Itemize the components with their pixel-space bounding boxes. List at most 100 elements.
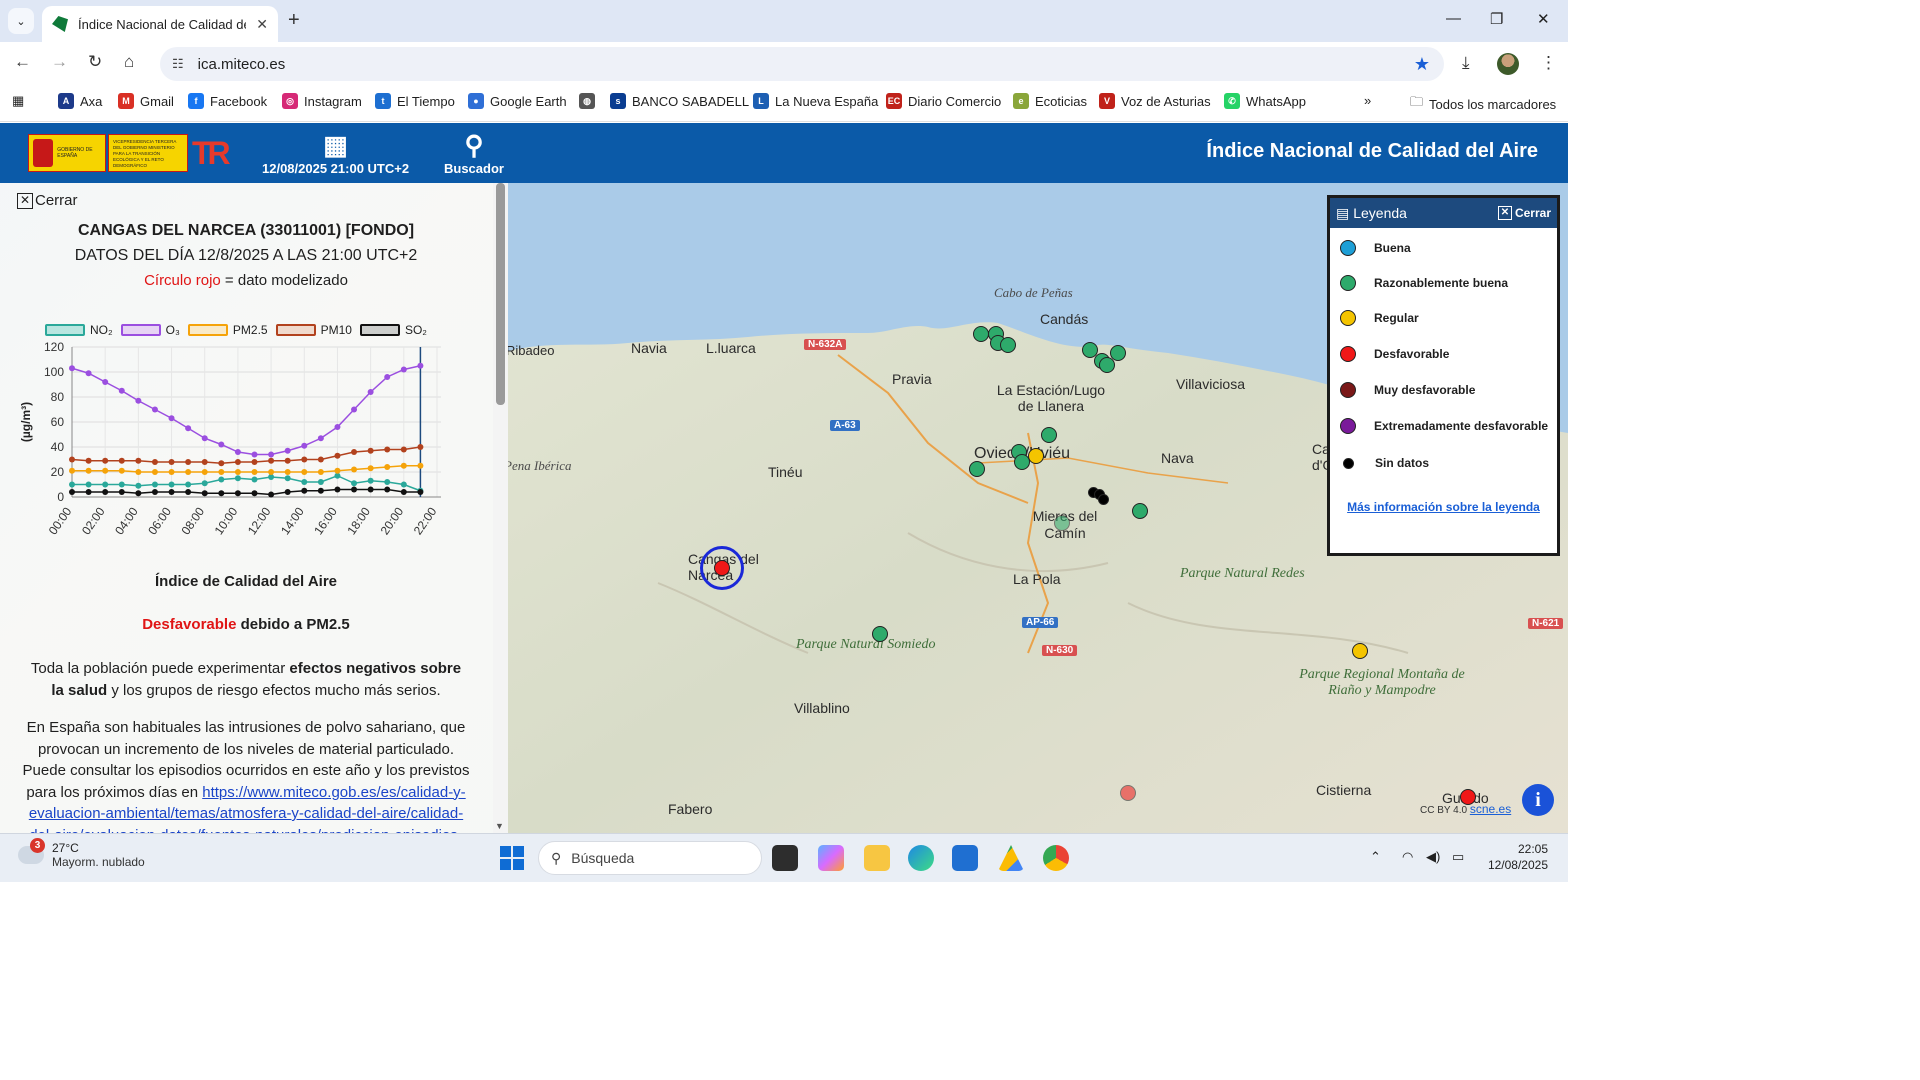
bookmark-item[interactable]: f Facebook xyxy=(188,93,267,109)
bookmark-item[interactable]: s BANCO SABADELL xyxy=(610,93,749,109)
forward-icon[interactable]: → xyxy=(51,52,68,72)
tab-search-button[interactable]: ⌄ xyxy=(8,8,34,34)
bookmark-item[interactable]: t El Tiempo xyxy=(375,93,455,109)
bookmark-item[interactable]: M Gmail xyxy=(118,93,174,109)
bookmark-item[interactable]: L La Nueva España xyxy=(753,93,878,109)
x-tick-label: 10:00 xyxy=(212,504,241,537)
chart-legend-item[interactable]: O₃ xyxy=(120,323,180,337)
legend-header: ▤ Leyenda ✕ Cerrar xyxy=(1330,198,1557,228)
station-marker[interactable] xyxy=(1098,494,1109,505)
search-button[interactable]: ⚲ Buscador xyxy=(444,129,504,176)
data-point xyxy=(268,457,275,464)
bookmark-item[interactable]: ◎ Instagram xyxy=(282,93,362,109)
search-icon: ⚲ xyxy=(551,849,562,866)
system-clock[interactable]: 22:05 12/08/2025 xyxy=(1488,841,1548,873)
data-point xyxy=(367,389,374,395)
taskbar-search[interactable]: ⚲ Búsqueda xyxy=(538,841,762,875)
download-icon[interactable]: ⤓ xyxy=(1462,53,1470,73)
close-window-icon[interactable]: ✕ xyxy=(1537,10,1550,28)
station-marker[interactable] xyxy=(1132,503,1148,519)
bookmark-item[interactable]: e Ecoticias xyxy=(1013,93,1087,109)
url-text[interactable]: ica.miteco.es xyxy=(198,56,286,73)
map-label-luarca: L.luarca xyxy=(706,340,756,356)
bookmark-item[interactable]: ◍ xyxy=(579,93,601,109)
chart-legend-item[interactable]: SO₂ xyxy=(359,323,427,337)
start-button[interactable] xyxy=(500,846,524,870)
active-tab[interactable]: Índice Nacional de Calidad del Aire ✕ xyxy=(42,6,278,42)
bookmark-item[interactable]: EC Diario Comercio xyxy=(886,93,1001,109)
bookmark-item[interactable]: ✆ WhatsApp xyxy=(1224,93,1306,109)
legend-more-link[interactable]: Más información sobre la leyenda xyxy=(1330,500,1557,514)
minimize-icon[interactable]: — xyxy=(1446,10,1461,27)
folder-app-icon[interactable] xyxy=(864,845,890,871)
battery-icon[interactable]: ▭ xyxy=(1452,849,1464,865)
legend-close-button[interactable]: ✕ Cerrar xyxy=(1497,206,1551,220)
chrome-app-icon[interactable] xyxy=(1043,845,1069,871)
weather-widget[interactable]: 3 27°C Mayorm. nublado xyxy=(18,838,145,869)
index-status: Desfavorable debido a PM2.5 xyxy=(0,616,492,633)
edge-app-icon[interactable] xyxy=(908,845,934,871)
map-label-navia: Navia xyxy=(631,340,667,356)
apps-grid-icon[interactable]: ▦ xyxy=(12,93,24,109)
station-marker[interactable] xyxy=(969,461,985,477)
info-button[interactable]: i xyxy=(1522,784,1554,816)
station-marker[interactable] xyxy=(1041,427,1057,443)
station-marker[interactable] xyxy=(1000,337,1016,353)
bookmark-item[interactable]: ● Google Earth xyxy=(468,93,567,109)
calendar-icon: ▦ xyxy=(323,130,348,160)
credit-link[interactable]: scne.es xyxy=(1470,802,1511,816)
map-label-lugo-llanera: La Estación/Lugo de Llanera xyxy=(996,382,1106,414)
file-manager-app-icon[interactable] xyxy=(772,845,798,871)
bookmark-item[interactable]: A Axa xyxy=(58,93,102,109)
new-tab-button[interactable]: + xyxy=(288,9,300,32)
chart-legend-item[interactable]: NO₂ xyxy=(45,323,113,337)
station-marker[interactable] xyxy=(1028,448,1044,464)
saharan-dust-message: En España son habituales las intrusiones… xyxy=(20,717,472,833)
scroll-down-icon[interactable]: ▼ xyxy=(495,821,504,831)
bookmark-star-icon[interactable]: ★ xyxy=(1414,54,1430,75)
maximize-icon[interactable]: ❐ xyxy=(1490,10,1503,28)
drive-app-icon[interactable] xyxy=(998,845,1024,871)
profile-avatar[interactable] xyxy=(1497,53,1519,75)
data-point xyxy=(284,447,291,454)
bookmark-item[interactable]: V Voz de Asturias xyxy=(1099,93,1211,109)
copilot-app-icon[interactable] xyxy=(818,845,844,871)
legend-row: Buena xyxy=(1340,240,1411,256)
y-tick-label: 120 xyxy=(44,341,64,354)
address-bar[interactable]: ☷ ica.miteco.es ★ xyxy=(160,47,1444,81)
data-point xyxy=(384,486,391,493)
chart-legend-item[interactable]: PM10 xyxy=(275,323,352,337)
bookmarks-overflow-button[interactable]: » xyxy=(1364,93,1371,108)
chart-legend-item[interactable]: PM2.5 xyxy=(187,323,268,337)
wifi-icon[interactable]: ◠ xyxy=(1402,849,1413,865)
data-point xyxy=(151,459,158,465)
station-marker[interactable] xyxy=(1099,357,1115,373)
close-panel-button[interactable]: ✕ Cerrar xyxy=(17,192,78,209)
station-marker[interactable] xyxy=(973,326,989,342)
scrollbar-thumb[interactable] xyxy=(496,183,505,405)
reload-icon[interactable]: ↻ xyxy=(88,52,102,72)
home-icon[interactable]: ⌂ xyxy=(124,52,134,72)
station-marker[interactable] xyxy=(1120,785,1136,801)
data-point xyxy=(268,469,275,475)
all-bookmarks-button[interactable]: 🗀 Todos los marcadores xyxy=(1410,93,1556,115)
panel-scrollbar[interactable]: ▼ xyxy=(493,183,508,833)
data-point xyxy=(168,489,175,495)
site-info-icon[interactable]: ☷ xyxy=(172,56,184,72)
selected-station-marker[interactable] xyxy=(714,560,730,576)
store-app-icon[interactable] xyxy=(952,845,978,871)
volume-icon[interactable]: ◀) xyxy=(1426,849,1440,865)
bookmark-favicon-icon: EC xyxy=(886,93,902,109)
station-marker[interactable] xyxy=(1054,515,1070,531)
close-tab-icon[interactable]: ✕ xyxy=(256,16,268,33)
bookmark-label: El Tiempo xyxy=(397,93,455,109)
chevron-up-icon[interactable]: ⌃ xyxy=(1370,849,1381,865)
windows-taskbar: 3 27°C Mayorm. nublado ⚲ Búsqueda ⌃ ◠ ◀)… xyxy=(0,833,1568,882)
station-marker[interactable] xyxy=(872,626,888,642)
data-point xyxy=(151,469,158,475)
menu-icon[interactable]: ⋮ xyxy=(1540,53,1557,73)
date-selector[interactable]: ▦ 12/08/2025 21:00 UTC+2 xyxy=(262,129,409,176)
station-marker[interactable] xyxy=(1352,643,1368,659)
back-icon[interactable]: ← xyxy=(14,52,31,72)
data-point xyxy=(69,489,75,495)
